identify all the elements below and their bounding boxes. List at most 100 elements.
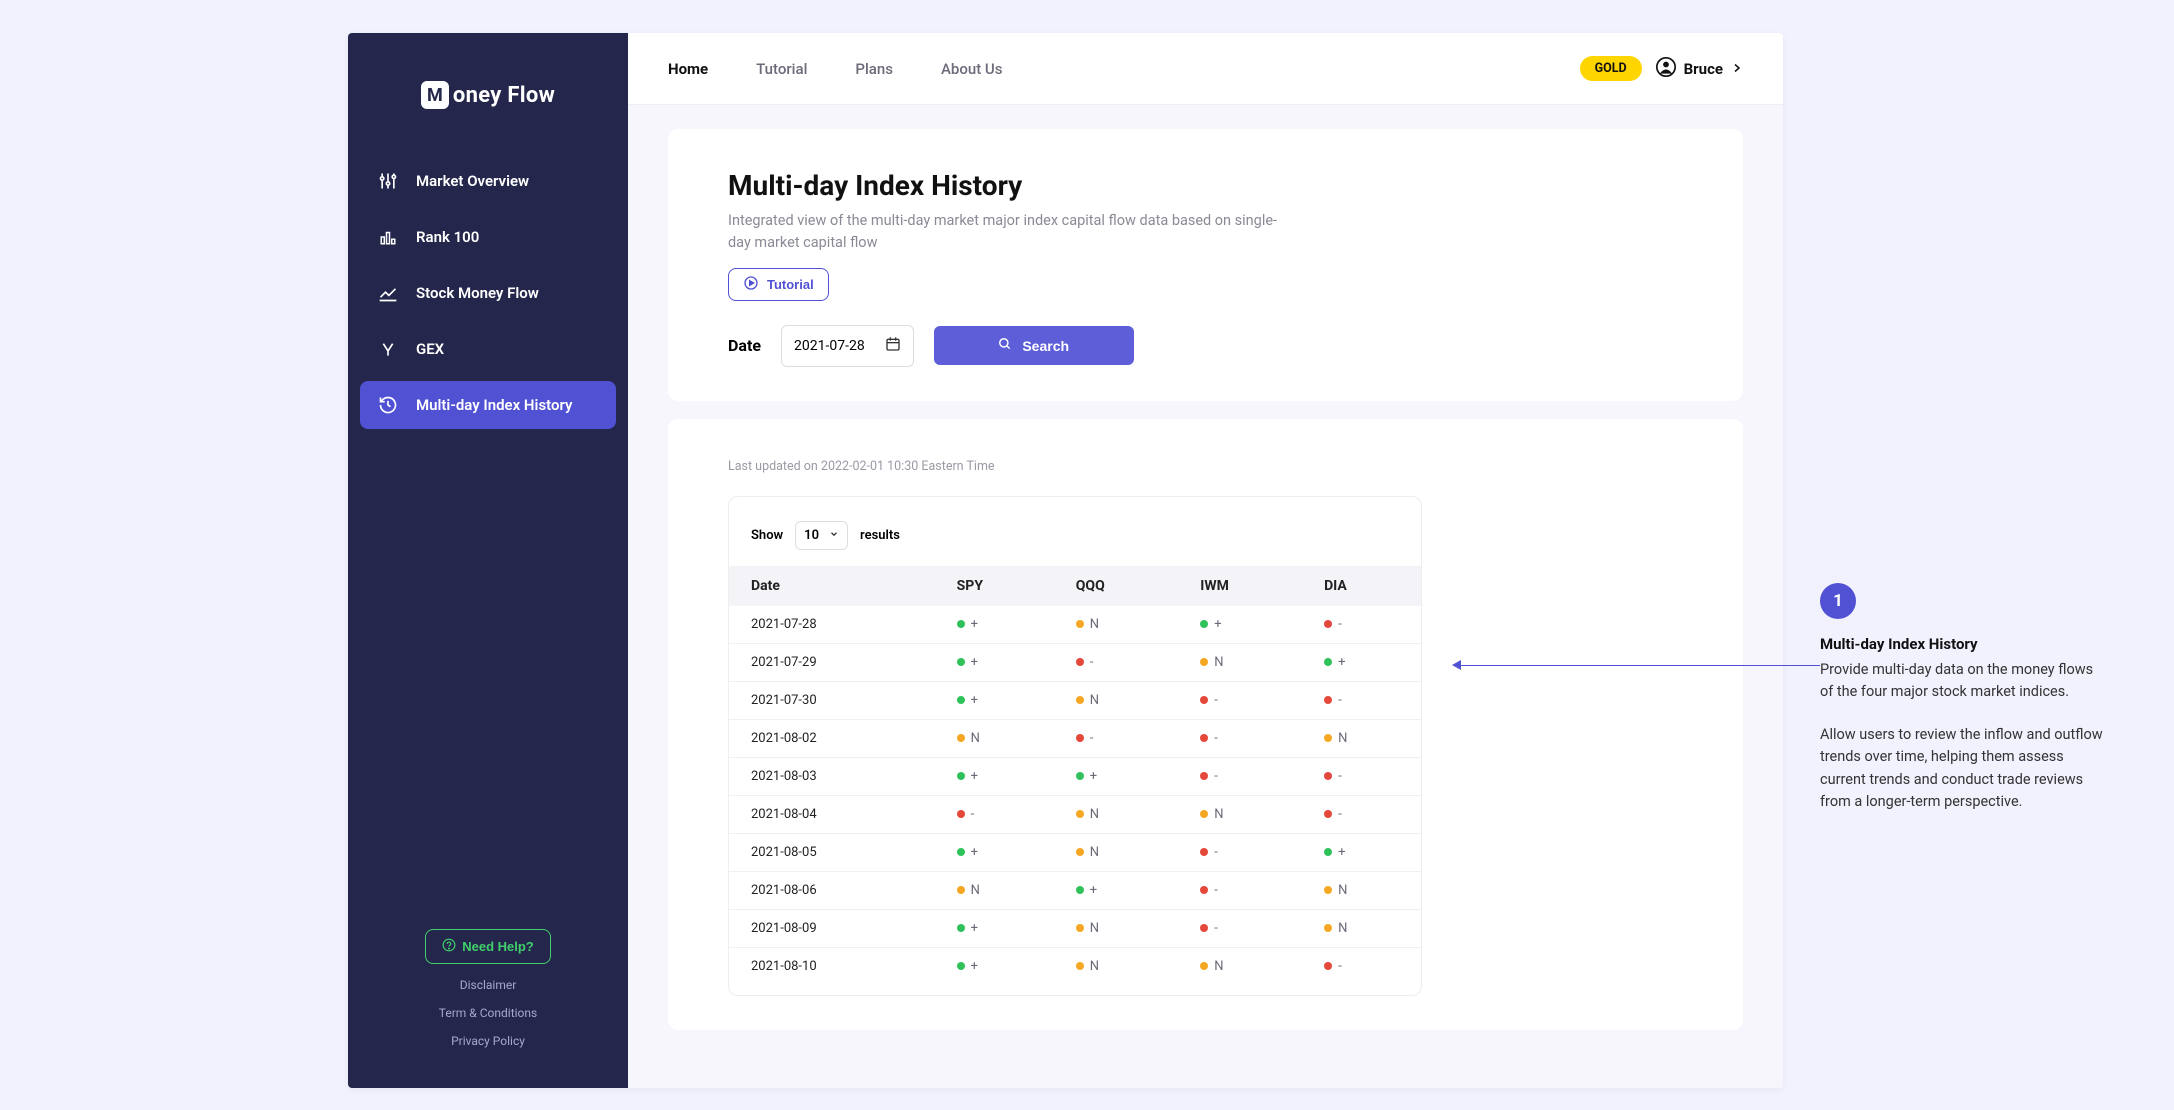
topnav-plans[interactable]: Plans [855, 60, 893, 78]
footer-link-terms[interactable]: Term & Conditions [439, 1006, 537, 1020]
signal-value: - [1090, 731, 1094, 746]
annotation-number: 1 [1820, 583, 1856, 619]
need-help-button[interactable]: Need Help? [425, 929, 551, 964]
cell-signal: N [941, 719, 1060, 757]
history-table: Date SPY QQQ IWM DIA 2021-07-28+N+-2021-… [729, 566, 1421, 985]
show-value: 10 [804, 528, 819, 543]
annotation-paragraph: Provide multi-day data on the money flow… [1820, 659, 2110, 704]
cell-signal: - [1308, 947, 1421, 985]
cell-signal: N [1184, 947, 1308, 985]
status-dot-icon [1324, 962, 1332, 970]
status-dot-icon [957, 848, 965, 856]
sidebar-item-rank-100[interactable]: Rank 100 [360, 213, 616, 261]
table-row: 2021-08-09+N-N [729, 909, 1421, 947]
logo-text: oney Flow [453, 83, 555, 108]
logo: M oney Flow [348, 81, 628, 109]
signal-value: + [971, 769, 978, 784]
search-button[interactable]: Search [934, 326, 1134, 365]
sidebar-item-multi-day-index-history[interactable]: Multi-day Index History [360, 381, 616, 429]
cell-signal: + [941, 643, 1060, 681]
signal-value: + [1338, 655, 1345, 670]
history-icon [378, 395, 398, 415]
help-label: Need Help? [462, 939, 534, 954]
date-label: Date [728, 336, 761, 355]
status-dot-icon [1324, 886, 1332, 894]
table-row: 2021-08-10+NN- [729, 947, 1421, 985]
cell-signal: - [1308, 757, 1421, 795]
chevron-right-icon [1731, 60, 1743, 78]
topnav-tutorial[interactable]: Tutorial [756, 60, 807, 78]
status-dot-icon [1324, 772, 1332, 780]
status-dot-icon [1076, 772, 1084, 780]
status-dot-icon [1076, 848, 1084, 856]
cell-signal: + [941, 947, 1060, 985]
signal-value: N [1214, 959, 1223, 974]
th-qqq: QQQ [1060, 566, 1185, 606]
cell-signal: - [1184, 871, 1308, 909]
tutorial-label: Tutorial [767, 277, 814, 292]
footer-link-disclaimer[interactable]: Disclaimer [460, 978, 517, 992]
status-dot-icon [1324, 848, 1332, 856]
status-dot-icon [1076, 620, 1084, 628]
trend-line-icon [378, 283, 398, 303]
cell-signal: N [1060, 606, 1185, 644]
status-dot-icon [1200, 734, 1208, 742]
table-wrap: Show 10 results Date [728, 496, 1422, 996]
sidebar-item-stock-money-flow[interactable]: Stock Money Flow [360, 269, 616, 317]
cell-date: 2021-08-05 [729, 833, 941, 871]
footer-link-privacy[interactable]: Privacy Policy [451, 1034, 525, 1048]
user-menu[interactable]: Bruce [1656, 57, 1743, 81]
signal-value: N [1090, 921, 1099, 936]
topnav-home[interactable]: Home [668, 60, 708, 78]
signal-value: N [1338, 731, 1347, 746]
annotation-arrow-icon [1452, 660, 1461, 670]
table-card: Last updated on 2022-02-01 10:30 Eastern… [668, 419, 1743, 1030]
status-dot-icon [1200, 962, 1208, 970]
topnav-about[interactable]: About Us [941, 60, 1003, 78]
status-dot-icon [1076, 810, 1084, 818]
signal-value: + [971, 693, 978, 708]
search-label: Search [1022, 338, 1069, 354]
status-dot-icon [1076, 886, 1084, 894]
controls-row: Date 2021-07-28 Search [728, 325, 1683, 367]
table-row: 2021-08-06N+-N [729, 871, 1421, 909]
header-card: Multi-day Index History Integrated view … [668, 129, 1743, 401]
table-row: 2021-07-28+N+- [729, 606, 1421, 644]
signal-value: - [1214, 921, 1218, 936]
sidebar-footer: Need Help? Disclaimer Term & Conditions … [348, 929, 628, 1088]
signal-value: + [1090, 769, 1097, 784]
page-size-select[interactable]: 10 [795, 521, 848, 550]
status-dot-icon [1200, 810, 1208, 818]
table-row: 2021-08-03++-- [729, 757, 1421, 795]
signal-value: - [1214, 769, 1218, 784]
signal-value: - [1214, 845, 1218, 860]
last-updated: Last updated on 2022-02-01 10:30 Eastern… [728, 459, 1683, 474]
sidebar-item-market-overview[interactable]: Market Overview [360, 157, 616, 205]
signal-value: - [1214, 883, 1218, 898]
sidebar-item-gex[interactable]: GEX [360, 325, 616, 373]
status-dot-icon [1076, 734, 1084, 742]
th-dia: DIA [1308, 566, 1421, 606]
cell-signal: - [1184, 681, 1308, 719]
table-row: 2021-08-02N--N [729, 719, 1421, 757]
signal-value: - [1214, 693, 1218, 708]
signal-value: N [1090, 693, 1099, 708]
plan-badge: GOLD [1580, 56, 1642, 81]
cell-signal: + [941, 757, 1060, 795]
sidebar-item-label: Multi-day Index History [416, 396, 572, 414]
signal-value: + [971, 845, 978, 860]
signal-value: N [1338, 883, 1347, 898]
gamma-icon [378, 339, 398, 359]
status-dot-icon [957, 734, 965, 742]
status-dot-icon [957, 658, 965, 666]
search-icon [998, 337, 1012, 354]
table-row: 2021-07-29+-N+ [729, 643, 1421, 681]
cell-signal: N [1060, 909, 1185, 947]
tutorial-button[interactable]: Tutorial [728, 268, 829, 301]
status-dot-icon [1200, 772, 1208, 780]
status-dot-icon [1200, 848, 1208, 856]
date-input[interactable]: 2021-07-28 [781, 325, 914, 367]
calendar-icon [885, 336, 901, 356]
cell-signal: - [1060, 643, 1185, 681]
page-subtitle: Integrated view of the multi-day market … [728, 210, 1288, 254]
